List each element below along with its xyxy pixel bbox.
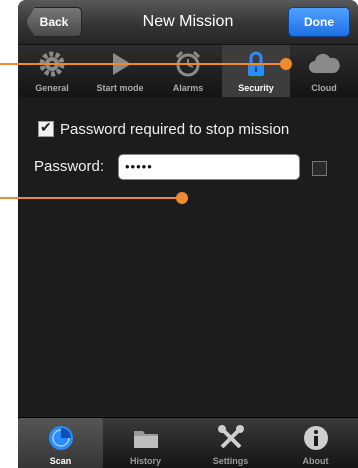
tab-history[interactable]: History [103, 418, 188, 468]
settings-tab-bar: General Start mode Alarms Security Cloud [18, 45, 358, 97]
tab-about[interactable]: About [273, 418, 358, 468]
callout-marker-security-tab [280, 58, 292, 70]
callout-line-content [0, 197, 182, 199]
tab-general[interactable]: General [18, 45, 86, 97]
folder-icon [133, 431, 158, 448]
password-required-label: Password required to stop mission [60, 120, 290, 138]
tab-scan[interactable]: Scan [18, 418, 103, 468]
tab-cloud[interactable]: Cloud [290, 45, 358, 97]
cloud-icon [309, 53, 340, 73]
tab-label: History [129, 456, 161, 466]
callout-marker-content [176, 192, 188, 204]
password-label: Password: [34, 158, 105, 175]
tab-start-mode[interactable]: Start mode [86, 45, 154, 97]
navigation-bar: New Mission Back Done [18, 0, 358, 45]
tab-label: General [35, 83, 69, 93]
tab-label: Start mode [96, 83, 144, 93]
tab-security[interactable]: Security [222, 45, 290, 97]
security-settings-panel: Password required to stop mission Passwo… [18, 97, 358, 417]
password-field[interactable]: ••••• [118, 154, 300, 180]
tab-label: Cloud [311, 83, 337, 93]
tools-icon [217, 425, 244, 449]
info-icon [303, 426, 328, 450]
tab-label: Alarms [172, 83, 204, 93]
done-button[interactable]: Done [288, 7, 350, 37]
bottom-tab-bar: Scan History Settings About [18, 417, 358, 468]
tab-label: About [302, 456, 329, 466]
phone-screen: New Mission Back Done General Start mode [18, 0, 358, 468]
tab-label: Security [238, 83, 274, 93]
tab-alarms[interactable]: Alarms [154, 45, 222, 97]
back-button[interactable]: Back [26, 7, 82, 37]
tab-settings[interactable]: Settings [188, 418, 273, 468]
password-required-row[interactable]: Password required to stop mission [38, 119, 289, 139]
tab-label: Scan [49, 456, 72, 466]
password-required-checkbox[interactable] [38, 119, 54, 137]
tab-label: Settings [212, 456, 249, 466]
show-password-checkbox[interactable] [312, 161, 327, 176]
callout-line-security-tab [0, 63, 286, 65]
scan-icon [48, 426, 73, 450]
